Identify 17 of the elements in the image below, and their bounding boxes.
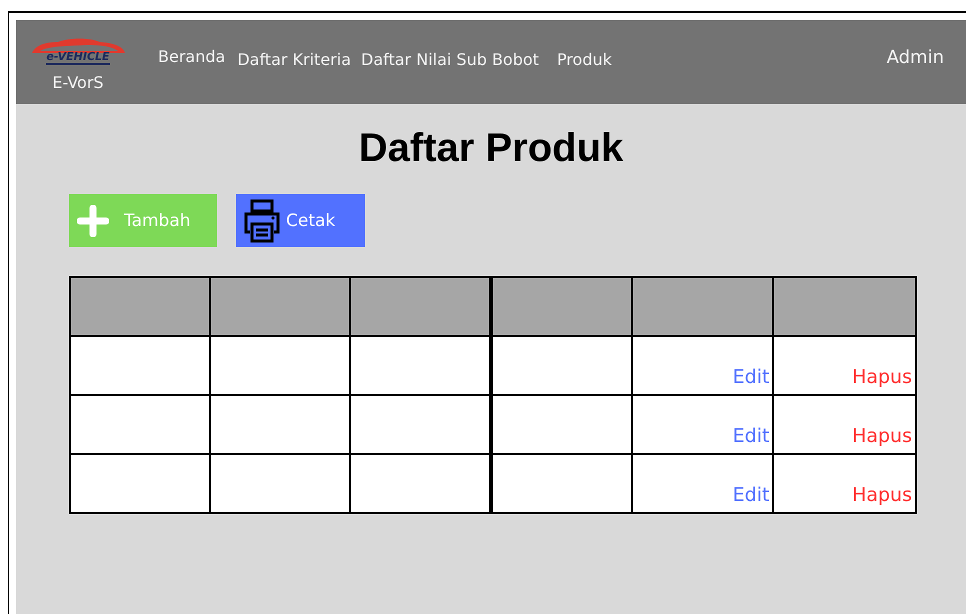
- print-button[interactable]: Cetak: [236, 194, 365, 247]
- printer-icon: [242, 198, 282, 244]
- edit-link[interactable]: Edit: [732, 366, 770, 388]
- delete-link[interactable]: Hapus: [852, 484, 912, 506]
- edit-link[interactable]: Edit: [732, 425, 770, 447]
- delete-link[interactable]: Hapus: [852, 425, 912, 447]
- edit-link[interactable]: Edit: [732, 484, 770, 506]
- nav-link[interactable]: Produk: [556, 50, 612, 69]
- plus-icon: [77, 204, 109, 236]
- nav-link[interactable]: Daftar Kriteria: [237, 50, 351, 69]
- logo: e-VEHICLE: [26, 36, 130, 65]
- user-name[interactable]: Admin: [886, 47, 944, 68]
- page-title: Daftar Produk: [358, 126, 624, 171]
- nav-link[interactable]: Daftar Nilai Sub Bobot: [361, 50, 539, 69]
- nav-link[interactable]: Beranda: [158, 47, 226, 69]
- brand-name: E-VorS: [52, 73, 104, 92]
- delete-link[interactable]: Hapus: [852, 366, 912, 388]
